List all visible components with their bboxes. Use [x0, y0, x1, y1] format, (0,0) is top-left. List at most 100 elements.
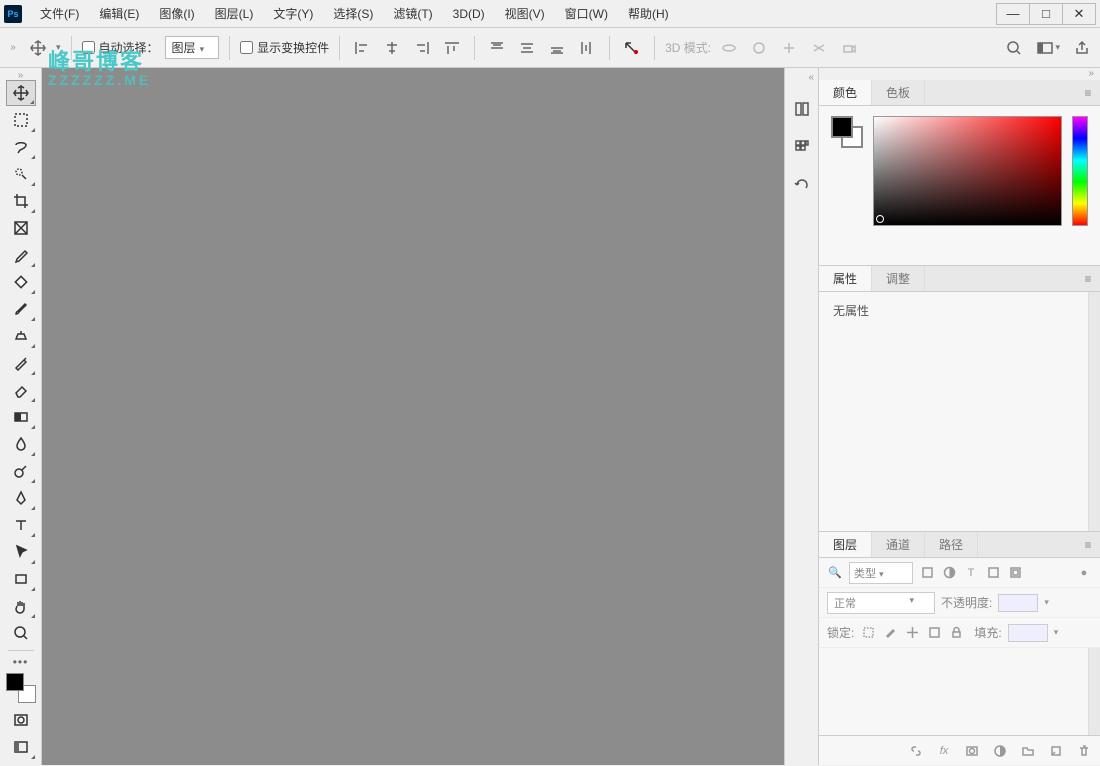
opacity-field[interactable]: [998, 594, 1038, 612]
filter-toggle-icon[interactable]: ●: [1076, 565, 1092, 581]
move-tool[interactable]: [6, 80, 36, 106]
color-panel-menu-icon[interactable]: ≡: [1076, 80, 1100, 105]
layers-panel-menu-icon[interactable]: ≡: [1076, 532, 1100, 557]
tab-paths[interactable]: 路径: [925, 532, 978, 557]
screenmode-tool-icon[interactable]: [6, 734, 36, 760]
brush-tool[interactable]: [6, 296, 36, 322]
dock-collapse-handle[interactable]: «: [785, 72, 818, 84]
filter-adjust-icon[interactable]: [941, 565, 957, 581]
menu-select[interactable]: 选择(S): [323, 1, 383, 26]
filter-shape-icon[interactable]: [985, 565, 1001, 581]
share-icon[interactable]: [1070, 36, 1094, 60]
layer-fx-icon[interactable]: fx: [936, 743, 952, 759]
quick-select-tool[interactable]: [6, 161, 36, 187]
healing-brush-tool[interactable]: [6, 269, 36, 295]
frame-tool[interactable]: [6, 215, 36, 241]
layer-group-icon[interactable]: [1020, 743, 1036, 759]
properties-scrollbar[interactable]: [1088, 292, 1100, 531]
align-right-icon[interactable]: [410, 36, 434, 60]
menu-window[interactable]: 窗口(W): [555, 1, 618, 26]
align-hcenter-icon[interactable]: [380, 36, 404, 60]
fill-field[interactable]: [1008, 624, 1048, 642]
menu-filter[interactable]: 滤镜(T): [383, 1, 442, 26]
filter-smart-icon[interactable]: [1007, 565, 1023, 581]
blend-mode-select[interactable]: 正常▾: [827, 592, 935, 614]
marquee-tool[interactable]: [6, 107, 36, 133]
lock-all-icon[interactable]: [948, 625, 964, 641]
tab-color[interactable]: 颜色: [819, 80, 872, 105]
layer-list[interactable]: [819, 648, 1100, 735]
lock-transparent-icon[interactable]: [860, 625, 876, 641]
path-select-tool[interactable]: [6, 539, 36, 565]
minimize-button[interactable]: —: [996, 3, 1030, 25]
show-transform-checkbox[interactable]: 显示变换控件: [240, 39, 329, 56]
clone-stamp-tool[interactable]: [6, 323, 36, 349]
auto-select-target-dropdown[interactable]: 图层▾: [165, 36, 220, 59]
foreground-color[interactable]: [6, 673, 24, 691]
layer-filter-type[interactable]: 类型 ▾: [849, 562, 913, 584]
link-layers-icon[interactable]: [908, 743, 924, 759]
menu-help[interactable]: 帮助(H): [618, 1, 679, 26]
history-panel-icon[interactable]: [789, 96, 815, 122]
menu-image[interactable]: 图像(I): [149, 1, 204, 26]
close-button[interactable]: ✕: [1062, 3, 1096, 25]
crop-tool[interactable]: [6, 188, 36, 214]
type-tool[interactable]: [6, 512, 36, 538]
tab-channels[interactable]: 通道: [872, 532, 925, 557]
more-align-icon[interactable]: [620, 36, 644, 60]
layer-mask-icon[interactable]: [964, 743, 980, 759]
distribute-left-icon[interactable]: [575, 36, 599, 60]
swatches-panel-icon[interactable]: [789, 134, 815, 160]
lock-paint-icon[interactable]: [882, 625, 898, 641]
hue-slider[interactable]: [1072, 116, 1088, 226]
distribute-bottom-icon[interactable]: [545, 36, 569, 60]
quick-mask-icon[interactable]: [6, 707, 36, 733]
gradient-tool[interactable]: [6, 404, 36, 430]
lock-position-icon[interactable]: [904, 625, 920, 641]
canvas-area[interactable]: 峰哥博客 ZZZZZZ.ME: [42, 68, 784, 765]
screen-mode-icon[interactable]: ▾: [1036, 36, 1060, 60]
menu-file[interactable]: 文件(F): [30, 1, 89, 26]
menu-view[interactable]: 视图(V): [495, 1, 555, 26]
tab-layers[interactable]: 图层: [819, 532, 872, 557]
lock-artboard-icon[interactable]: [926, 625, 942, 641]
menu-type[interactable]: 文字(Y): [263, 1, 323, 26]
tab-adjustments[interactable]: 调整: [872, 266, 925, 291]
align-top-icon[interactable]: [440, 36, 464, 60]
align-left-icon[interactable]: [350, 36, 374, 60]
lasso-tool[interactable]: [6, 134, 36, 160]
hand-tool[interactable]: [6, 593, 36, 619]
distribute-vcenter-icon[interactable]: [515, 36, 539, 60]
adjustment-layer-icon[interactable]: [992, 743, 1008, 759]
menu-edit[interactable]: 编辑(E): [89, 1, 149, 26]
menu-layer[interactable]: 图层(L): [205, 1, 264, 26]
delete-layer-icon[interactable]: [1076, 743, 1092, 759]
tab-properties[interactable]: 属性: [819, 266, 872, 291]
new-layer-icon[interactable]: [1048, 743, 1064, 759]
eraser-tool[interactable]: [6, 377, 36, 403]
color-swatches[interactable]: [6, 673, 36, 703]
filter-type-icon[interactable]: T: [963, 565, 979, 581]
cp-foreground[interactable]: [831, 116, 853, 138]
layers-scrollbar[interactable]: [1088, 648, 1100, 735]
menu-3d[interactable]: 3D(D): [443, 3, 495, 25]
refresh-panel-icon[interactable]: [789, 172, 815, 198]
edit-toolbar-icon[interactable]: •••: [6, 654, 36, 670]
color-panel-swatches[interactable]: [831, 116, 863, 148]
options-drag-handle[interactable]: »: [6, 43, 20, 53]
toolbar-handle[interactable]: »: [0, 70, 41, 80]
maximize-button[interactable]: □: [1029, 3, 1063, 25]
eyedropper-tool[interactable]: [6, 242, 36, 268]
history-brush-tool[interactable]: [6, 350, 36, 376]
properties-panel-menu-icon[interactable]: ≡: [1076, 266, 1100, 291]
dodge-tool[interactable]: [6, 458, 36, 484]
search-icon[interactable]: [1002, 36, 1026, 60]
blur-tool[interactable]: [6, 431, 36, 457]
zoom-tool[interactable]: [6, 620, 36, 646]
tab-swatches[interactable]: 色板: [872, 80, 925, 105]
rectangle-tool[interactable]: [6, 566, 36, 592]
color-field[interactable]: [873, 116, 1062, 226]
distribute-top-icon[interactable]: [485, 36, 509, 60]
pen-tool[interactable]: [6, 485, 36, 511]
current-tool-icon[interactable]: [26, 36, 50, 60]
